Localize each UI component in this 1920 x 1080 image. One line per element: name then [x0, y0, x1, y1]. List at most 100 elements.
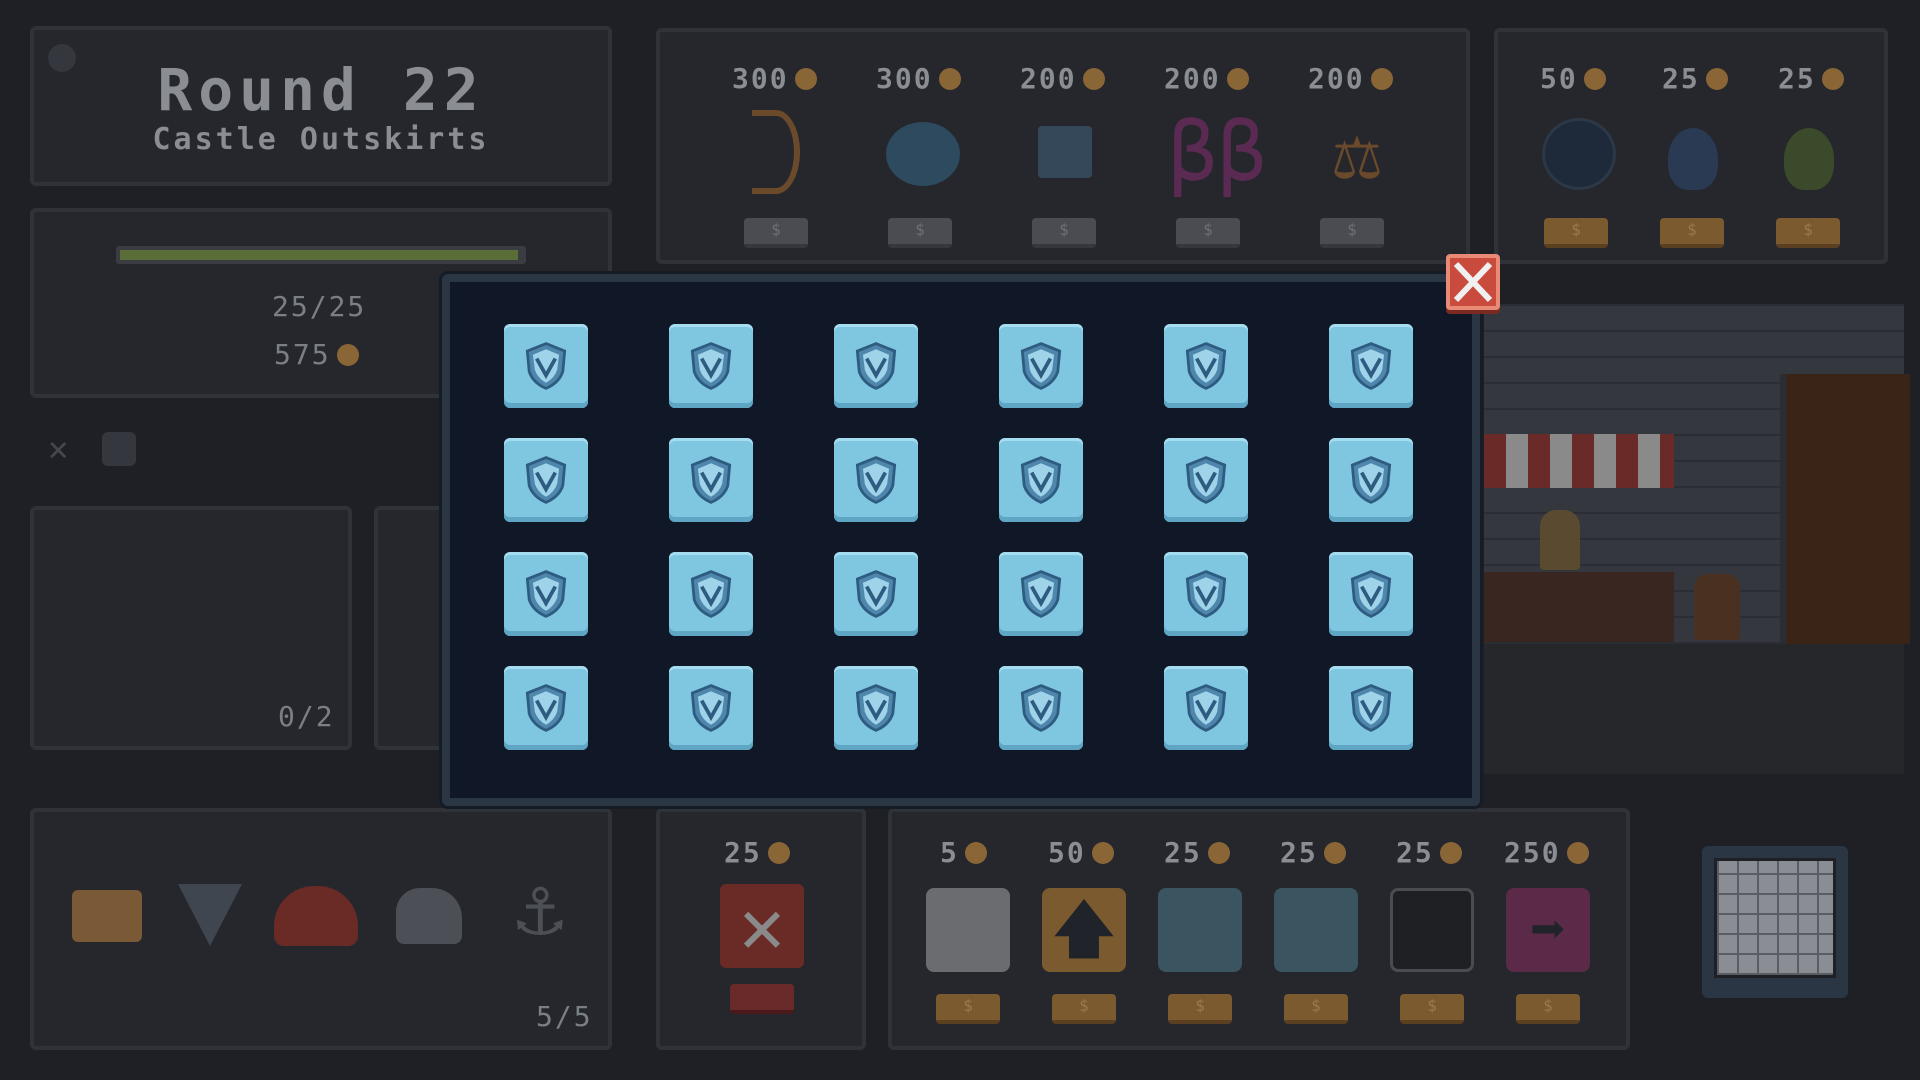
price-orb: 50	[1540, 62, 1606, 95]
shop-counter	[1484, 572, 1674, 642]
shield-dice-icon	[1013, 452, 1069, 508]
coin-icon	[1370, 67, 1393, 90]
dice-tile[interactable]	[504, 666, 588, 750]
round-title: Round 22	[157, 56, 485, 124]
price-dice-5: 25	[1396, 836, 1462, 869]
price-dice-2: 50	[1048, 836, 1114, 869]
shield-dice-icon	[1013, 566, 1069, 622]
coin-icon	[938, 67, 961, 90]
round-panel: Round 22 Castle Outskirts	[30, 26, 612, 186]
dice-tile[interactable]	[1164, 438, 1248, 522]
frog-icon[interactable]	[274, 886, 358, 946]
dice-tile[interactable]	[999, 324, 1083, 408]
anchor-icon[interactable]: ⚓	[500, 862, 580, 954]
buy-button[interactable]: $	[1320, 218, 1384, 248]
dog	[1694, 574, 1740, 640]
shield-dice-icon[interactable]	[1274, 888, 1358, 972]
buy-button[interactable]: $	[744, 218, 808, 248]
coin-icon	[1566, 841, 1589, 864]
dice-tile[interactable]	[999, 438, 1083, 522]
dice-tile[interactable]	[834, 552, 918, 636]
black-dice-icon[interactable]	[1390, 888, 1474, 972]
dice-tile[interactable]	[834, 324, 918, 408]
dice-tile[interactable]	[504, 552, 588, 636]
upgrade-arrow-icon[interactable]: 🡅	[1042, 888, 1126, 972]
dice-tile[interactable]	[669, 666, 753, 750]
orb-icon[interactable]	[1542, 118, 1616, 190]
dice-tile[interactable]	[834, 666, 918, 750]
castle-door	[1780, 374, 1910, 644]
buy-button[interactable]: $	[1284, 994, 1348, 1024]
dice-tile[interactable]	[999, 552, 1083, 636]
buy-button[interactable]: $	[1168, 994, 1232, 1024]
shield-dice-icon	[848, 566, 904, 622]
price-3: 200	[1020, 62, 1105, 95]
dice-tile[interactable]	[1164, 666, 1248, 750]
shield-dice-icon	[518, 338, 574, 394]
shield-dice-icon	[518, 566, 574, 622]
shop-dice-panel: 5 50 25 25 25 250 🡅 ➡ $ $ $ $ $ $	[888, 808, 1630, 1050]
buy-button[interactable]: $	[1776, 218, 1840, 248]
rock-icon[interactable]	[396, 888, 462, 944]
remove-dice-icon[interactable]: ✕	[720, 884, 804, 968]
buy-button[interactable]: $	[1516, 994, 1580, 1024]
chest-icon[interactable]	[1038, 126, 1092, 178]
price-dice-3: 25	[1164, 836, 1230, 869]
shark-tooth-icon[interactable]	[178, 884, 242, 946]
price-green-potion: 25	[1778, 62, 1844, 95]
shield-dice-icon[interactable]	[1158, 888, 1242, 972]
dice-tile[interactable]	[999, 666, 1083, 750]
buy-button[interactable]: $	[1400, 994, 1464, 1024]
price-dice-4: 25	[1280, 836, 1346, 869]
gold-text: 575	[274, 338, 331, 371]
price-blue-potion: 25	[1662, 62, 1728, 95]
coin-icon	[1705, 67, 1728, 90]
dice-tile[interactable]	[1329, 666, 1413, 750]
relic-count: 5/5	[536, 1000, 593, 1033]
remove-buy-button[interactable]	[730, 984, 794, 1014]
dice-tile[interactable]	[1329, 552, 1413, 636]
dice-tile[interactable]	[669, 324, 753, 408]
price-dice-6: 250	[1504, 836, 1589, 869]
dice-tile[interactable]	[504, 438, 588, 522]
shield-dice-icon	[1013, 680, 1069, 736]
dice-tile[interactable]	[504, 324, 588, 408]
dice-tile[interactable]	[1164, 552, 1248, 636]
bow-icon[interactable]	[752, 110, 800, 194]
camera-icon[interactable]	[72, 890, 142, 942]
buy-button[interactable]: $	[1544, 218, 1608, 248]
beta-rune-icon[interactable]: ββ	[1168, 108, 1267, 198]
buy-button[interactable]: $	[1032, 218, 1096, 248]
dice-tile[interactable]	[1164, 324, 1248, 408]
ground	[1484, 644, 1904, 774]
shop-consumables-panel: 50 25 25 $ $ $	[1494, 28, 1888, 264]
green-potion-icon[interactable]	[1784, 128, 1834, 190]
buy-button[interactable]: $	[1052, 994, 1116, 1024]
close-button[interactable]	[1446, 254, 1500, 310]
grey-dice-icon[interactable]	[926, 888, 1010, 972]
scales-icon[interactable]: ⚖	[1320, 108, 1394, 198]
dice-bag-button[interactable]	[1702, 846, 1848, 998]
shop-scene	[1484, 304, 1910, 774]
coin-icon	[767, 841, 790, 864]
dice-tile[interactable]	[669, 552, 753, 636]
blue-potion-icon[interactable]	[1668, 128, 1718, 190]
buy-button[interactable]: $	[936, 994, 1000, 1024]
buy-button[interactable]: $	[1176, 218, 1240, 248]
dice-tile[interactable]	[1329, 438, 1413, 522]
shield-dice-icon	[1343, 566, 1399, 622]
shield-dice-icon	[683, 566, 739, 622]
dice-action-icon[interactable]	[102, 432, 136, 466]
buy-button[interactable]: $	[888, 218, 952, 248]
stones-icon[interactable]	[886, 122, 960, 186]
price-5: 200	[1308, 62, 1393, 95]
coin-icon	[1439, 841, 1462, 864]
remove-action-icon[interactable]: ✕	[48, 432, 82, 466]
coin-icon	[1091, 841, 1114, 864]
dice-tile[interactable]	[1329, 324, 1413, 408]
dice-tile[interactable]	[834, 438, 918, 522]
shield-dice-icon	[1343, 452, 1399, 508]
next-arrow-icon[interactable]: ➡	[1506, 888, 1590, 972]
buy-button[interactable]: $	[1660, 218, 1724, 248]
dice-tile[interactable]	[669, 438, 753, 522]
